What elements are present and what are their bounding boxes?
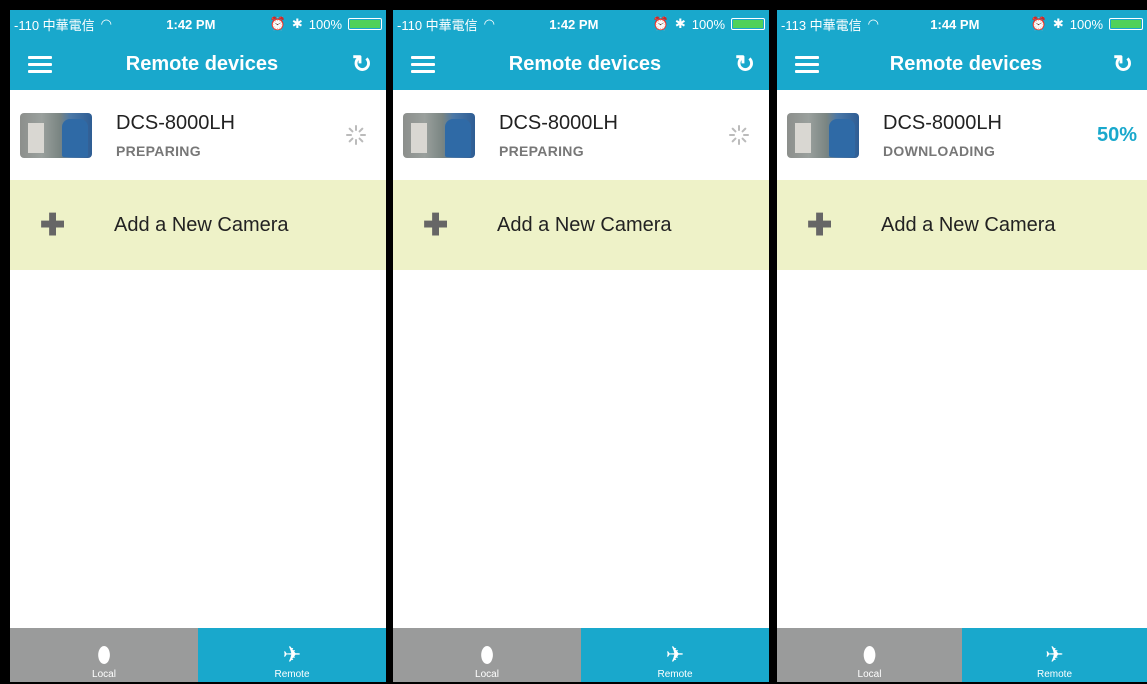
add-camera-button[interactable]: ✚ Add a New Camera bbox=[393, 180, 769, 270]
add-camera-button[interactable]: ✚ Add a New Camera bbox=[777, 180, 1147, 270]
camera-thumbnail bbox=[787, 112, 859, 158]
battery-icon bbox=[1109, 18, 1143, 30]
hamburger-icon[interactable] bbox=[795, 55, 819, 73]
plus-icon: ✚ bbox=[807, 208, 833, 242]
device-status: PREPARING bbox=[499, 142, 584, 159]
tab-remote[interactable]: ✈ Remote bbox=[198, 628, 386, 682]
device-row[interactable]: DCS-8000LH PREPARING bbox=[393, 90, 769, 180]
battery-percent: 100% bbox=[308, 16, 342, 32]
tab-remote[interactable]: ✈ Remote bbox=[962, 628, 1147, 682]
wifi-icon: ◠ bbox=[867, 16, 880, 31]
page-title: Remote devices bbox=[125, 52, 279, 75]
loading-spinner-icon bbox=[729, 125, 749, 145]
clock: 1:42 PM bbox=[549, 16, 599, 32]
status-bar: -110 中華電信 ◠ 1:42 PM ⏰ ✱ 100% bbox=[393, 10, 769, 38]
nav-bar: Remote devices ↻ bbox=[777, 38, 1147, 90]
add-camera-label: Add a New Camera bbox=[497, 213, 672, 236]
screenshot-triptych: -110 中華電信 ◠ 1:42 PM ⏰ ✱ 100% Remote devi… bbox=[0, 0, 1147, 684]
satellite-dish-icon: ✈ bbox=[1045, 642, 1064, 667]
device-name: DCS-8000LH bbox=[499, 111, 618, 134]
carrier-label: -110 中華電信 bbox=[397, 17, 478, 33]
page-title: Remote devices bbox=[889, 52, 1043, 75]
carrier-label: -113 中華電信 bbox=[781, 17, 862, 33]
phone-screen-3: -113 中華電信 ◠ 1:44 PM ⏰ ✱ 100% Remote devi… bbox=[777, 10, 1147, 682]
bluetooth-icon: ✱ bbox=[291, 16, 303, 31]
plus-icon: ✚ bbox=[423, 208, 449, 242]
tab-local[interactable]: ⬮ Local bbox=[10, 628, 198, 682]
satellite-dish-icon: ✈ bbox=[665, 642, 685, 667]
tab-remote-label: Remote bbox=[1036, 669, 1072, 680]
phone-screen-1: -110 中華電信 ◠ 1:42 PM ⏰ ✱ 100% Remote devi… bbox=[10, 10, 386, 682]
device-row[interactable]: DCS-8000LH PREPARING bbox=[10, 90, 386, 180]
hamburger-icon[interactable] bbox=[411, 55, 435, 73]
wifi-icon: ◠ bbox=[483, 16, 496, 31]
tab-bar: ⬮ Local ✈ Remote bbox=[10, 628, 386, 682]
satellite-dish-icon: ✈ bbox=[282, 642, 302, 667]
add-camera-button[interactable]: ✚ Add a New Camera bbox=[10, 180, 386, 270]
battery-percent: 100% bbox=[1069, 16, 1103, 32]
status-bar: -110 中華電信 ◠ 1:42 PM ⏰ ✱ 100% bbox=[10, 10, 386, 38]
tab-local-label: Local bbox=[475, 669, 499, 680]
loading-spinner-icon bbox=[346, 125, 366, 145]
refresh-icon[interactable]: ↻ bbox=[1113, 50, 1133, 79]
device-name: DCS-8000LH bbox=[116, 111, 235, 134]
status-bar: -113 中華電信 ◠ 1:44 PM ⏰ ✱ 100% bbox=[777, 10, 1147, 38]
battery-icon bbox=[348, 18, 382, 30]
nav-bar: Remote devices ↻ bbox=[10, 38, 386, 90]
tab-local-label: Local bbox=[92, 669, 116, 680]
tab-bar: ⬮ Local ✈ Remote bbox=[393, 628, 769, 682]
camera-icon: ⬮ bbox=[862, 642, 877, 667]
wifi-icon: ◠ bbox=[100, 16, 113, 31]
tab-remote-label: Remote bbox=[274, 669, 310, 680]
device-row[interactable]: DCS-8000LH DOWNLOADING 50% bbox=[777, 90, 1147, 180]
camera-thumbnail bbox=[20, 112, 92, 158]
battery-percent: 100% bbox=[691, 16, 725, 32]
tab-bar: ⬮ Local ✈ Remote bbox=[777, 628, 1147, 682]
tab-remote[interactable]: ✈ Remote bbox=[581, 628, 769, 682]
carrier-label: -110 中華電信 bbox=[14, 17, 95, 33]
camera-thumbnail bbox=[403, 112, 475, 158]
tab-remote-label: Remote bbox=[657, 669, 693, 680]
tab-local[interactable]: ⬮ Local bbox=[777, 628, 962, 682]
camera-icon: ⬮ bbox=[480, 642, 494, 667]
page-title: Remote devices bbox=[508, 52, 662, 75]
camera-icon: ⬮ bbox=[97, 642, 111, 667]
tab-local-label: Local bbox=[857, 669, 882, 680]
tab-local[interactable]: ⬮ Local bbox=[393, 628, 581, 682]
battery-icon bbox=[731, 18, 765, 30]
alarm-icon: ⏰ bbox=[269, 16, 286, 31]
phone-screen-2: -110 中華電信 ◠ 1:42 PM ⏰ ✱ 100% Remote devi… bbox=[393, 10, 769, 682]
refresh-icon[interactable]: ↻ bbox=[352, 50, 372, 79]
device-name: DCS-8000LH bbox=[883, 111, 1002, 134]
add-camera-label: Add a New Camera bbox=[114, 213, 289, 236]
alarm-icon: ⏰ bbox=[652, 16, 669, 31]
nav-bar: Remote devices ↻ bbox=[393, 38, 769, 90]
download-progress: 50% bbox=[1096, 123, 1137, 146]
add-camera-label: Add a New Camera bbox=[881, 213, 1056, 236]
device-status: PREPARING bbox=[116, 142, 201, 159]
hamburger-icon[interactable] bbox=[28, 55, 52, 73]
refresh-icon[interactable]: ↻ bbox=[735, 50, 755, 79]
alarm-icon: ⏰ bbox=[1030, 16, 1047, 31]
plus-icon: ✚ bbox=[40, 208, 66, 242]
device-status: DOWNLOADING bbox=[883, 142, 996, 159]
bluetooth-icon: ✱ bbox=[674, 16, 686, 31]
clock: 1:44 PM bbox=[930, 16, 980, 32]
bluetooth-icon: ✱ bbox=[1052, 16, 1064, 31]
clock: 1:42 PM bbox=[166, 16, 216, 32]
